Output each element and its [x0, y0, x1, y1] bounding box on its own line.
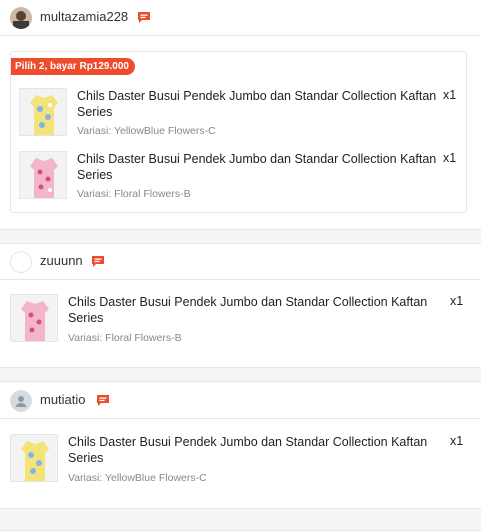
product-name[interactable]: Chils Daster Busui Pendek Jumbo dan Stan… [77, 151, 437, 183]
username[interactable]: zuuunn [40, 253, 83, 268]
product-name[interactable]: Chils Daster Busui Pendek Jumbo dan Stan… [77, 88, 437, 120]
product-quantity: x1 [450, 434, 464, 448]
order-divider [0, 367, 481, 382]
order-divider [0, 229, 481, 244]
product-quantity: x1 [443, 88, 457, 102]
avatar[interactable] [10, 7, 32, 29]
product-thumbnail[interactable] [10, 434, 58, 482]
product-thumbnail[interactable] [10, 294, 58, 342]
product-variant: Variasi: YellowBlue Flowers-C [68, 472, 207, 484]
chat-icon[interactable] [96, 394, 110, 407]
order-header: mutiatio [0, 383, 481, 419]
chat-icon[interactable] [91, 255, 105, 268]
order-header: zuuunn [0, 244, 481, 280]
avatar[interactable] [10, 251, 32, 273]
product-variant: Variasi: Floral Flowers-B [68, 332, 182, 344]
product-variant: Variasi: Floral Flowers-B [77, 188, 191, 200]
order-divider [0, 508, 481, 531]
bundle-deal-box: Pilih 2, bayar Rp129.000 Chils Daster Bu… [10, 51, 467, 213]
bundle-deal-badge: Pilih 2, bayar Rp129.000 [11, 58, 135, 75]
product-name[interactable]: Chils Daster Busui Pendek Jumbo dan Stan… [68, 294, 444, 326]
product-variant: Variasi: YellowBlue Flowers-C [77, 125, 216, 137]
product-name[interactable]: Chils Daster Busui Pendek Jumbo dan Stan… [68, 434, 444, 466]
product-quantity: x1 [450, 294, 464, 308]
username[interactable]: multazamia228 [40, 9, 128, 24]
product-thumbnail[interactable] [19, 151, 67, 199]
product-quantity: x1 [443, 151, 457, 165]
chat-icon[interactable] [137, 11, 151, 24]
avatar[interactable] [10, 390, 32, 412]
username[interactable]: mutiatio [40, 392, 86, 407]
product-thumbnail[interactable] [19, 88, 67, 136]
order-header: multazamia228 [0, 0, 481, 36]
